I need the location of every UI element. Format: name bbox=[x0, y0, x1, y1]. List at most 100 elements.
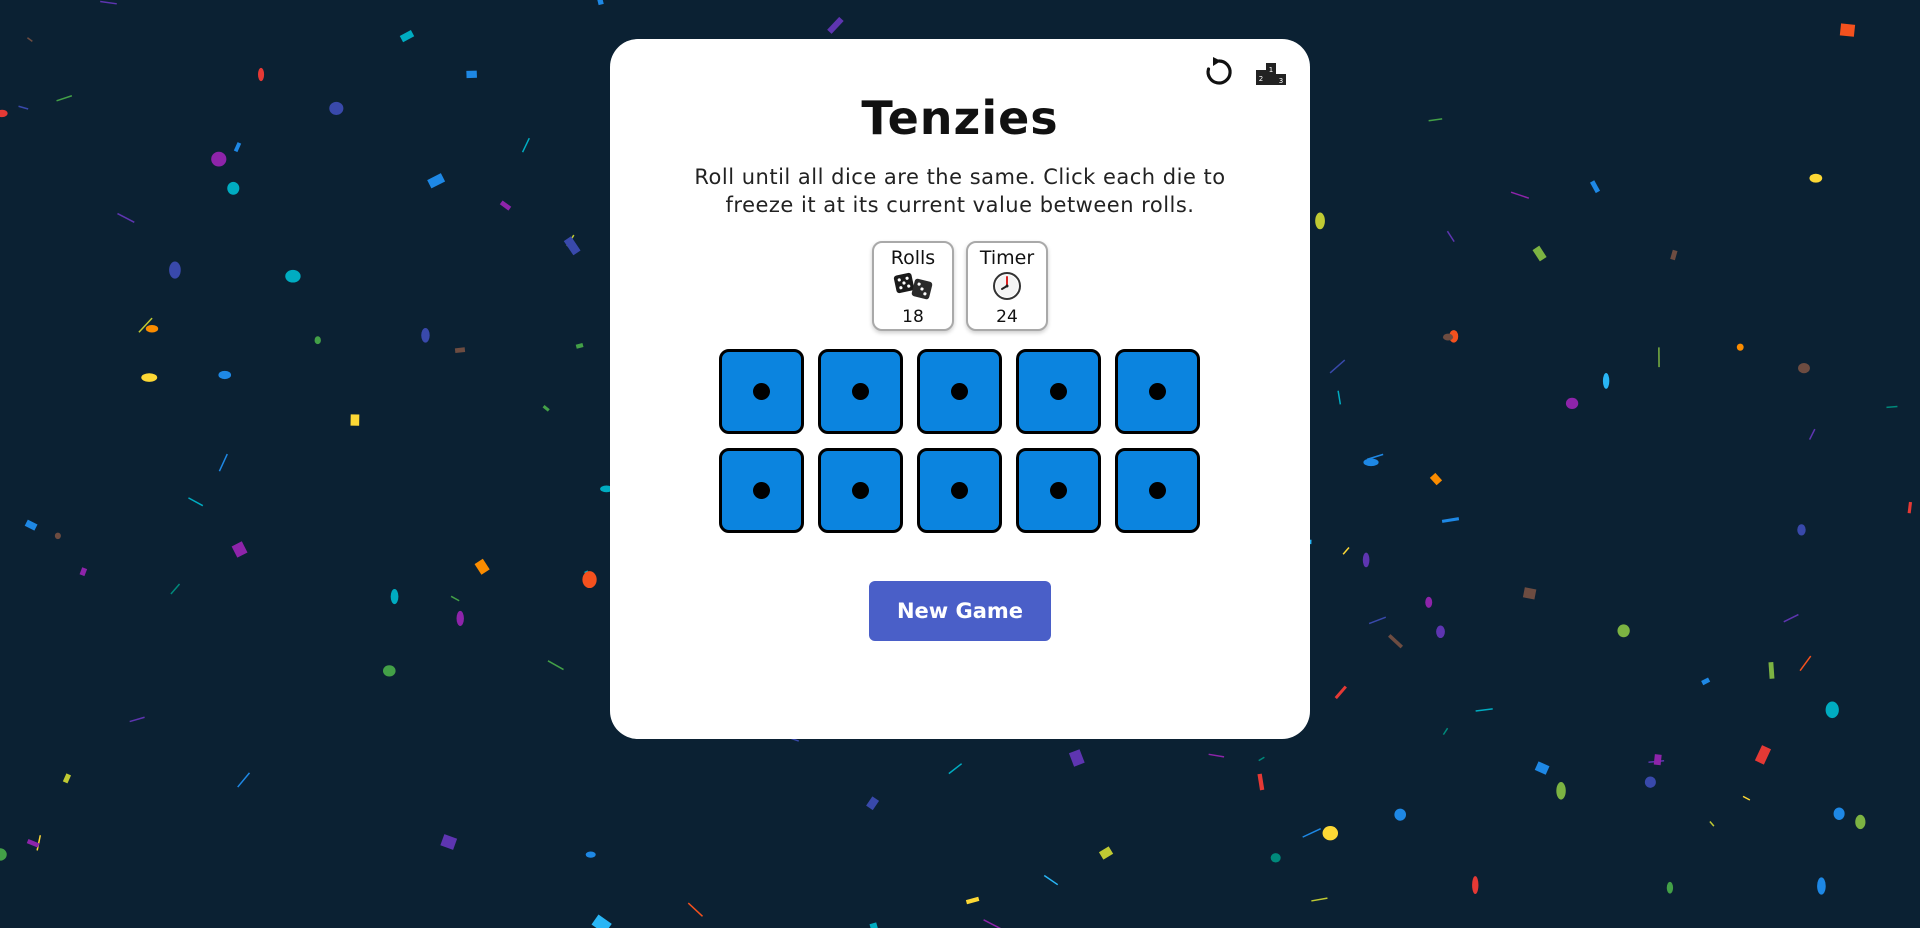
die-6[interactable] bbox=[719, 448, 804, 533]
confetti-piece bbox=[827, 16, 844, 34]
confetti-piece bbox=[1322, 826, 1339, 841]
confetti-piece bbox=[584, 570, 591, 580]
die-pip bbox=[1050, 383, 1067, 400]
confetti-piece bbox=[0, 109, 8, 118]
timer-value: 24 bbox=[996, 307, 1018, 327]
confetti-piece bbox=[24, 519, 38, 531]
confetti-piece bbox=[170, 583, 181, 595]
confetti-piece bbox=[427, 173, 446, 189]
die-pip bbox=[951, 383, 968, 400]
confetti-piece bbox=[1670, 249, 1678, 261]
reset-icon[interactable] bbox=[1200, 53, 1238, 91]
confetti-piece bbox=[1565, 397, 1579, 409]
die-7[interactable] bbox=[818, 448, 903, 533]
confetti-piece bbox=[1839, 23, 1856, 37]
confetti-piece bbox=[399, 30, 415, 43]
confetti-piece bbox=[1442, 333, 1454, 341]
confetti-piece bbox=[440, 834, 458, 850]
confetti-piece bbox=[1666, 881, 1674, 894]
die-pip bbox=[852, 482, 869, 499]
confetti-piece bbox=[1449, 330, 1459, 343]
rolls-stat: Rolls 18 bbox=[872, 241, 954, 331]
die-1[interactable] bbox=[719, 349, 804, 434]
rolls-value: 18 bbox=[902, 307, 924, 327]
stats-bar: Rolls 18 Timer 24 bbox=[610, 241, 1310, 331]
die-2[interactable] bbox=[818, 349, 903, 434]
confetti-piece bbox=[1342, 547, 1350, 555]
confetti-piece bbox=[563, 236, 581, 256]
confetti-piece bbox=[1475, 708, 1493, 712]
confetti-piece bbox=[597, 0, 604, 6]
confetti-piece bbox=[285, 269, 301, 283]
confetti-piece bbox=[869, 922, 881, 928]
die-pip bbox=[951, 482, 968, 499]
die-3[interactable] bbox=[917, 349, 1002, 434]
rolls-label: Rolls bbox=[890, 247, 936, 269]
confetti-piece bbox=[54, 532, 61, 540]
confetti-piece bbox=[1534, 761, 1550, 775]
page: 1 2 3 Tenzies Roll until all dice are th… bbox=[0, 0, 1920, 928]
confetti-piece bbox=[1855, 814, 1866, 830]
game-card: 1 2 3 Tenzies Roll until all dice are th… bbox=[610, 39, 1310, 739]
confetti-piece bbox=[62, 773, 72, 784]
confetti-piece bbox=[1648, 759, 1665, 763]
confetti-piece bbox=[1602, 373, 1610, 389]
confetti-piece bbox=[390, 589, 399, 605]
confetti-piece bbox=[965, 896, 980, 905]
confetti-piece bbox=[1907, 501, 1913, 514]
confetti-piece bbox=[237, 772, 251, 788]
confetti-piece bbox=[474, 558, 490, 575]
confetti-piece bbox=[26, 37, 33, 42]
confetti-piece bbox=[866, 796, 880, 811]
confetti-piece bbox=[1425, 596, 1433, 608]
die-5[interactable] bbox=[1115, 349, 1200, 434]
die-4[interactable] bbox=[1016, 349, 1101, 434]
confetti-piece bbox=[466, 70, 477, 79]
confetti-piece bbox=[1428, 118, 1443, 122]
confetti-piece bbox=[218, 453, 228, 472]
confetti-piece bbox=[1768, 662, 1775, 679]
confetti-piece bbox=[36, 835, 42, 851]
podium-icon[interactable]: 1 2 3 bbox=[1252, 53, 1290, 91]
confetti-piece bbox=[211, 151, 227, 167]
confetti-piece bbox=[948, 763, 963, 775]
confetti-piece bbox=[169, 261, 181, 279]
confetti-piece bbox=[1754, 745, 1772, 765]
confetti-piece bbox=[1441, 517, 1460, 523]
confetti-piece bbox=[983, 919, 1002, 928]
confetti-piece bbox=[1472, 876, 1479, 894]
die-9[interactable] bbox=[1016, 448, 1101, 533]
confetti-piece bbox=[542, 405, 550, 412]
confetti-piece bbox=[117, 212, 135, 223]
new-game-button[interactable]: New Game bbox=[869, 581, 1051, 641]
confetti-piece bbox=[314, 336, 321, 345]
confetti-piece bbox=[18, 105, 29, 110]
confetti-piece bbox=[1701, 677, 1711, 686]
confetti-piece bbox=[1257, 773, 1265, 791]
confetti-piece bbox=[591, 914, 612, 928]
confetti-piece bbox=[575, 342, 584, 349]
confetti-piece bbox=[1334, 685, 1347, 700]
confetti-piece bbox=[566, 234, 575, 247]
confetti-piece bbox=[26, 839, 40, 848]
clock-icon bbox=[990, 270, 1024, 306]
confetti-piece bbox=[227, 181, 240, 195]
die-10[interactable] bbox=[1115, 448, 1200, 533]
instructions-text: Roll until all dice are the same. Click … bbox=[694, 165, 1226, 217]
confetti-piece bbox=[1797, 524, 1806, 536]
confetti-piece bbox=[1068, 749, 1085, 767]
confetti-piece bbox=[1833, 807, 1845, 820]
confetti-piece bbox=[100, 0, 117, 5]
die-8[interactable] bbox=[917, 448, 1002, 533]
confetti-piece bbox=[1329, 359, 1346, 374]
confetti-piece bbox=[454, 347, 466, 354]
confetti-piece bbox=[582, 571, 597, 589]
confetti-piece bbox=[1208, 753, 1225, 758]
confetti-piece bbox=[0, 848, 7, 861]
confetti-piece bbox=[1644, 776, 1656, 788]
die-pip bbox=[1149, 383, 1166, 400]
confetti-piece bbox=[329, 101, 344, 115]
confetti-piece bbox=[1366, 453, 1384, 461]
confetti-piece bbox=[1742, 795, 1751, 801]
confetti-piece bbox=[1532, 245, 1547, 262]
